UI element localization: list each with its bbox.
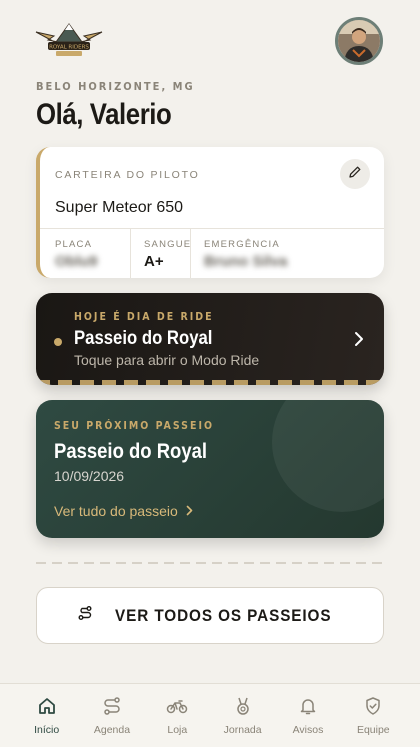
greeting-title: Olá, Valerio [36,98,172,131]
tab-inicio[interactable]: Início [16,684,78,747]
live-dot [54,338,62,346]
chevron-right-icon [186,503,193,519]
view-ride-link[interactable]: Ver tudo do passeio [54,503,193,519]
tab-loja[interactable]: Loja [146,684,208,747]
bottom-tab-bar: Início Agenda Loja Jornada Avisos Equipe [0,683,420,747]
ride-today-kicker: HOJE É DIA DE RIDE [74,311,214,323]
view-ride-link-label: Ver tudo do passeio [54,503,178,519]
next-ride-kicker: SEU PRÓXIMO PASSEIO [54,420,214,432]
tab-label: Loja [167,724,188,736]
tab-label: Início [34,724,60,736]
next-ride-title: Passeio do Royal [54,440,208,463]
plate-value: Oblu9 [55,253,98,270]
dashed-divider [36,562,384,564]
svg-text:ROYAL RIDERS: ROYAL RIDERS [49,45,89,51]
tab-jornada[interactable]: Jornada [212,684,274,747]
pilot-license-card[interactable]: CARTEIRA DO PILOTO Super Meteor 650 PLAC… [36,147,384,278]
ride-today-subtitle: Toque para abrir o Modo Ride [74,352,260,368]
tab-label: Agenda [93,724,131,736]
medal-icon [233,696,253,721]
cell-divider [190,228,191,278]
chevron-right-icon [354,331,364,352]
plate-field: PLACA Oblu9 [55,228,131,278]
route-icon [102,696,122,721]
all-rides-label: VER TODOS OS PASSEIOS [114,605,332,625]
royal-riders-logo: ROYAL RIDERS [34,18,104,62]
user-avatar[interactable] [335,17,383,65]
ride-today-title: Passeio do Royal [74,328,213,349]
home-icon [37,696,57,721]
bell-icon [298,696,318,721]
ride-today-card[interactable]: HOJE É DIA DE RIDE Passeio do Royal Toqu… [36,293,384,385]
plate-label: PLACA [55,239,93,250]
decorative-circle [272,400,384,512]
cell-divider [130,228,131,278]
next-ride-date: 10/09/2026 [54,468,125,484]
tab-label: Avisos [292,724,324,736]
location-label: BELO HORIZONTE, MG [36,80,195,93]
edit-pilot-button[interactable] [340,159,370,189]
checkered-strip [36,380,384,385]
emergency-label: EMERGÊNCIA [204,239,280,250]
route-icon [77,605,93,626]
tab-label: Jornada [223,724,262,736]
bike-model: Super Meteor 650 [55,199,184,216]
blood-label: SANGUE [144,239,192,250]
tab-equipe[interactable]: Equipe [342,684,404,747]
tab-avisos[interactable]: Avisos [277,684,339,747]
blood-value: A+ [144,253,164,270]
next-ride-card[interactable]: SEU PRÓXIMO PASSEIO Passeio do Royal 10/… [36,400,384,538]
emergency-value: Bruno Silva [204,253,288,270]
shield-check-icon [363,696,383,721]
all-rides-button[interactable]: VER TODOS OS PASSEIOS [36,587,384,644]
tab-agenda[interactable]: Agenda [81,684,143,747]
emergency-field: EMERGÊNCIA Bruno Silva [204,228,374,278]
pilot-card-label: CARTEIRA DO PILOTO [55,169,200,181]
tab-label: Equipe [356,724,390,736]
bike-icon [166,696,188,721]
pencil-icon [348,165,362,184]
